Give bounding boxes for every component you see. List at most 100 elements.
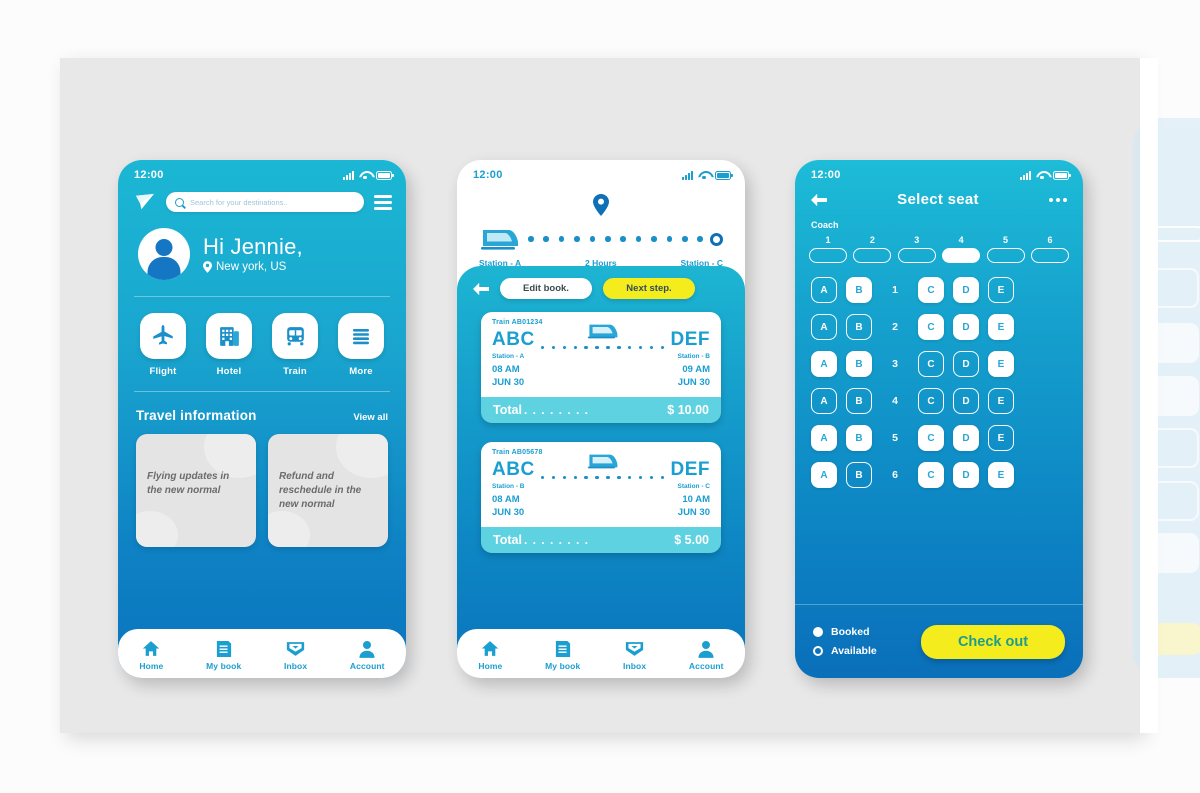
quick-action-label: Hotel	[216, 366, 242, 377]
seat-5E[interactable]: E	[988, 425, 1014, 451]
envelope-icon	[286, 641, 305, 656]
battery-icon	[1053, 170, 1071, 180]
envelope-icon	[625, 641, 644, 656]
seat-3C[interactable]: C	[918, 351, 944, 377]
view-all-link[interactable]: View all	[353, 412, 388, 423]
seat-2D[interactable]: D	[953, 314, 979, 340]
ticket-depart-time: 08 AM	[492, 364, 520, 375]
seat-5A[interactable]: A	[811, 425, 837, 451]
seat-3D[interactable]: D	[953, 351, 979, 377]
nav-item-my-book[interactable]: My book	[206, 639, 241, 671]
seat-1E[interactable]: E	[988, 277, 1014, 303]
screen-booking: 12:00 Station - A 2 Hours Station - C Ed…	[457, 160, 745, 678]
coach-number: 5	[1003, 235, 1009, 245]
seat-4E[interactable]: E	[988, 388, 1014, 414]
signal-icon	[1020, 170, 1031, 180]
seat-1D[interactable]: D	[953, 277, 979, 303]
seat-4D[interactable]: D	[953, 388, 979, 414]
seat-5C[interactable]: C	[918, 425, 944, 451]
coach-option-5[interactable]	[986, 248, 1025, 263]
coach-option-3[interactable]	[897, 248, 936, 263]
seat-6E[interactable]: E	[988, 462, 1014, 488]
seat-2A[interactable]: A	[811, 314, 837, 340]
seat-6C[interactable]: C	[918, 462, 944, 488]
next-step-button[interactable]: Next step.	[603, 278, 695, 299]
coach-label: Coach	[811, 220, 839, 230]
hamburger-menu-icon[interactable]	[374, 194, 392, 210]
seat-row: A B 3 C D E	[811, 351, 1067, 377]
nav-label: Home	[139, 661, 164, 671]
hotel-building-icon	[219, 326, 239, 346]
coach-number: 2	[869, 235, 875, 245]
seat-4A[interactable]: A	[811, 388, 837, 414]
seat-4C[interactable]: C	[918, 388, 944, 414]
nav-item-inbox[interactable]: Inbox	[284, 639, 307, 671]
travel-info-card-text: Refund and reschedule in the new normal	[279, 471, 362, 511]
back-arrow-icon[interactable]	[473, 282, 489, 296]
nav-label: My book	[206, 661, 242, 671]
edit-book-button[interactable]: Edit book.	[500, 278, 592, 299]
ticket-from-code: ABC	[492, 459, 535, 480]
quick-action-hotel[interactable]: Hotel	[206, 313, 252, 377]
ticket-arrive-date: JUN 30	[677, 507, 710, 518]
seat-6D[interactable]: D	[953, 462, 979, 488]
seat-2E[interactable]: E	[988, 314, 1014, 340]
coach-option-4-selected[interactable]	[942, 248, 981, 263]
nav-item-home[interactable]: Home	[139, 639, 163, 671]
nav-item-account[interactable]: Account	[350, 639, 385, 671]
seat-5D[interactable]: D	[953, 425, 979, 451]
nav-item-inbox[interactable]: Inbox	[623, 639, 646, 671]
ticket-path	[535, 324, 671, 352]
travel-info-card[interactable]: Refund and reschedule in the new normal	[268, 434, 388, 547]
user-location[interactable]: New york, US	[203, 261, 303, 273]
seat-6A[interactable]: A	[811, 462, 837, 488]
seat-row-number: 6	[892, 469, 898, 481]
ticket-total-dots: . . . . . . . .	[523, 403, 589, 417]
more-dots-icon[interactable]	[1049, 197, 1067, 202]
seat-1B[interactable]: B	[846, 277, 872, 303]
ticket-depart-date: JUN 30	[492, 507, 525, 518]
seat-2C[interactable]: C	[918, 314, 944, 340]
search-input[interactable]: Search for your destinations..	[166, 192, 364, 212]
seat-1A[interactable]: A	[811, 277, 837, 303]
ticket-card[interactable]: Train AB05678 ABC DEF Station - B Statio…	[481, 442, 721, 553]
bottom-navigation: Home My book Inbox Account	[118, 629, 406, 678]
quick-action-more[interactable]: More	[338, 313, 384, 377]
seat-6B[interactable]: B	[846, 462, 872, 488]
ticket-list: Train AB01234 ABC DEF Station - A Statio…	[457, 299, 745, 553]
coach-number: 3	[914, 235, 920, 245]
greeting-block: Hi Jennie, New york, US	[118, 212, 406, 280]
seat-3B[interactable]: B	[846, 351, 872, 377]
ticket-depart-time: 08 AM	[492, 494, 520, 505]
quick-action-label: Flight	[149, 366, 177, 377]
train-bus-icon	[286, 326, 304, 345]
quick-action-train[interactable]: Train	[272, 313, 318, 377]
search-row: Search for your destinations..	[118, 186, 406, 212]
coach-option-1[interactable]	[809, 248, 847, 263]
nav-item-account[interactable]: Account	[689, 639, 724, 671]
ticket-card[interactable]: Train AB01234 ABC DEF Station - A Statio…	[481, 312, 721, 423]
seat-4B[interactable]: B	[846, 388, 872, 414]
coach-option-6[interactable]	[1030, 248, 1069, 263]
page-title: Select seat	[897, 191, 979, 208]
seat-row: A B 6 C D E	[811, 462, 1067, 488]
ticket-from-code: ABC	[492, 329, 535, 350]
travel-info-card[interactable]: Flying updates in the new normal	[136, 434, 256, 547]
seat-3E[interactable]: E	[988, 351, 1014, 377]
seat-5B[interactable]: B	[846, 425, 872, 451]
nav-item-home[interactable]: Home	[478, 639, 502, 671]
avatar[interactable]	[138, 228, 190, 280]
seat-3A[interactable]: A	[811, 351, 837, 377]
ticket-total: Total . . . . . . . . $ 10.00	[481, 397, 721, 423]
back-arrow-icon[interactable]	[811, 193, 827, 207]
nav-item-my-book[interactable]: My book	[545, 639, 580, 671]
bottom-navigation: Home My book Inbox Account	[457, 629, 745, 678]
seat-2B[interactable]: B	[846, 314, 872, 340]
coach-option-2[interactable]	[853, 248, 892, 263]
quick-action-flight[interactable]: Flight	[140, 313, 186, 377]
seat-row-number: 5	[892, 432, 898, 444]
seat-1C[interactable]: C	[918, 277, 944, 303]
route-dots	[521, 236, 710, 242]
checkout-button[interactable]: Check out	[921, 624, 1065, 659]
ticket-to-code: DEF	[670, 329, 710, 350]
